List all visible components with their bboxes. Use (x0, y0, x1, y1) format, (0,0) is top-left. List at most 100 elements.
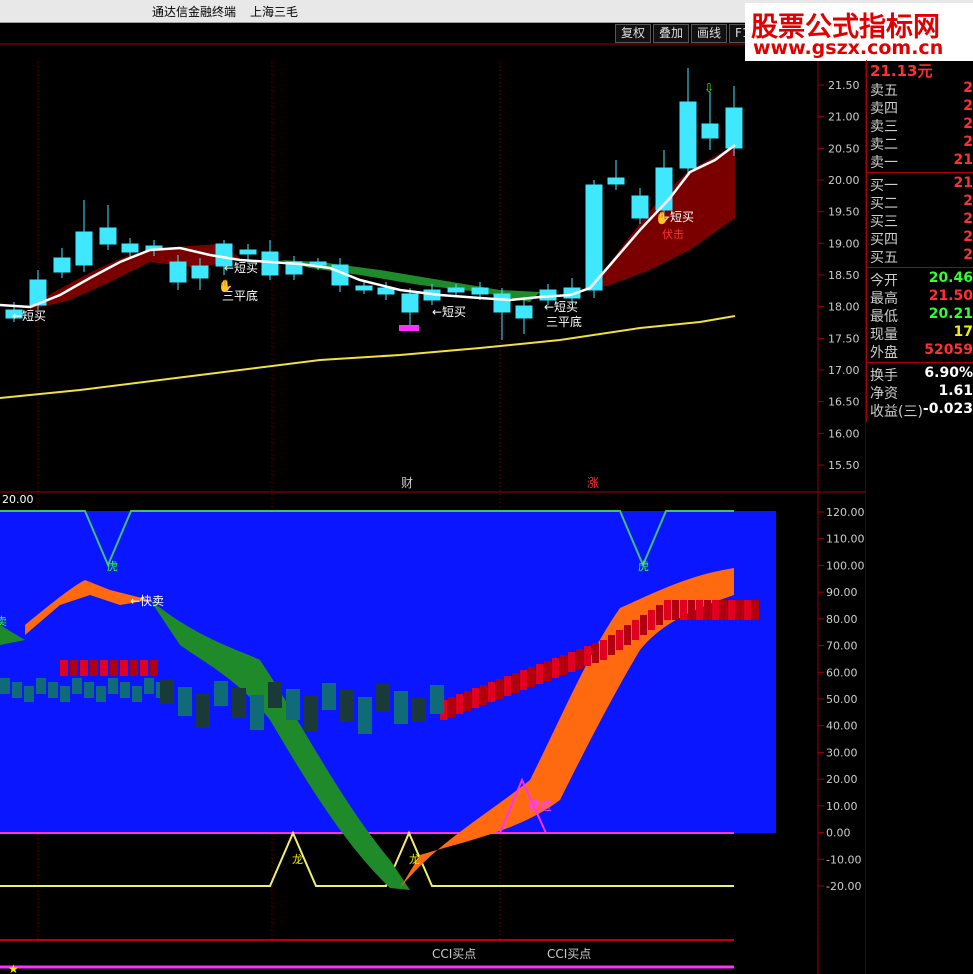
stat2-row-0: 换手 6.90% (870, 365, 973, 384)
hist-bar-teal-left-4 (48, 682, 58, 698)
hist-bar-teal-10 (340, 690, 354, 722)
bid-row-0: 买一 21 (870, 175, 973, 194)
stat-row-1-label: 最高 (870, 291, 898, 307)
bid-row-4: 买五 2 (870, 247, 973, 266)
hist-bar-teal-3 (214, 681, 228, 706)
ind-tick-label-13: -10.00 (826, 853, 861, 866)
hist-bar-teal-4 (232, 688, 246, 718)
hist-bar-teal-12 (376, 684, 390, 712)
price-tick-label-4: 19.50 (828, 206, 860, 219)
candle-body-2 (53, 257, 71, 273)
bid-row-4-label: 买五 (870, 250, 898, 266)
hist-bar-red-20 (600, 640, 607, 660)
ask-row-4: 卖一 21 (870, 152, 973, 171)
hist-bar-red-left-6 (120, 660, 128, 676)
hist-bar-red-1 (448, 697, 455, 717)
ind-tick-label-3: 90.00 (826, 586, 858, 599)
stat2-row-1-label: 净资 (870, 386, 898, 402)
bid-row-4-value: 2 (963, 247, 973, 263)
iron-entry-label: 铁进 (528, 799, 552, 813)
hist-bar-teal-left-3 (36, 678, 46, 694)
bid-row-1-value: 2 (963, 193, 973, 209)
ask-row-4-value: 21 (953, 152, 973, 168)
hist-bar-red-left-1 (70, 660, 78, 676)
hist-bar-red-17 (576, 649, 583, 669)
quote-panel: 21.13元 卖五 2 卖四 2 卖三 2 卖二 2 卖一 21 买一 21 买二 2 买三 2 买四 2 买五 2 今… (866, 60, 973, 422)
terminal-window: 通达信金融终端 上海三毛 复权 叠加 画线 F10 21.5021.0020.5… (0, 0, 973, 974)
hist-bar-red-left-0 (60, 660, 68, 676)
signal-ambush: 伏击 (662, 227, 684, 241)
bid-row-3-value: 2 (963, 229, 973, 245)
hist-bar-teal-13 (394, 691, 408, 724)
candle-body-29 (679, 101, 697, 169)
bid-row-0-label: 买一 (870, 178, 898, 194)
finance-marker: 财 (401, 476, 413, 490)
hist-bar-teal-left-9 (108, 678, 118, 694)
signal-triple-bottom-2: 三平底 (546, 314, 582, 329)
stat-row-1-value: 21.50 (928, 288, 973, 304)
candle-body-19 (447, 287, 465, 293)
price-tick-label-7: 18.00 (828, 301, 860, 314)
hist-bar-red-13 (544, 661, 551, 681)
hist-bar-red-7 (496, 679, 503, 699)
ask-row-0-value: 2 (963, 80, 973, 96)
price-tick-label-10: 16.50 (828, 396, 860, 409)
hist-bar-red-24 (632, 620, 639, 640)
candle-body-31 (725, 107, 743, 149)
price-tick-label-12: 15.50 (828, 459, 860, 472)
stat-row-3-label: 现量 (870, 327, 898, 343)
hist-bar-red-21 (608, 635, 615, 655)
ind-tick-label-6: 60.00 (826, 666, 858, 679)
hist-bar-teal-left-6 (72, 678, 82, 694)
hist-bar-red-left-8 (140, 660, 148, 676)
stat-row-0-value: 20.46 (928, 270, 973, 286)
signal-short-buy-1: ←短买 (12, 309, 46, 323)
hist-bar-red-27 (656, 605, 663, 625)
hist-bar-teal-left-0 (0, 678, 10, 694)
signal-short-buy-3: ←短买 (432, 305, 466, 319)
stat-row-0: 今开 20.46 (870, 270, 973, 289)
hist-bar-red-23 (624, 625, 631, 645)
hist-bar-red-12 (536, 664, 543, 684)
hist-bar-teal-left-7 (84, 682, 94, 698)
candle-body-26 (607, 177, 625, 185)
hist-bar-red-32 (696, 600, 703, 620)
ind-tick-label-9: 30.00 (826, 746, 858, 759)
stat-row-3-value: 17 (953, 324, 973, 340)
stat2-row-0-label: 换手 (870, 368, 898, 384)
hist-bar-red-left-2 (80, 660, 88, 676)
hist-bar-red-15 (560, 655, 567, 675)
hist-bar-red-4 (472, 688, 479, 708)
hist-bar-teal-7 (286, 689, 300, 720)
ind-tick-label-4: 80.00 (826, 613, 858, 626)
stat-row-4: 外盘 52059 (870, 342, 973, 361)
ind-tick-label-10: 20.00 (826, 773, 858, 786)
candle-body-7 (169, 261, 187, 283)
ind-tick-label-14: -20.00 (826, 880, 861, 893)
hist-bar-red-28 (664, 600, 671, 620)
hist-bar-red-left-5 (110, 660, 118, 676)
hist-bar-teal-14 (412, 698, 426, 722)
ask-row-2-label: 卖三 (870, 119, 898, 135)
price-tick-label-1: 21.00 (828, 111, 860, 124)
hist-bar-teal-6 (268, 682, 282, 708)
stat-row-2: 最低 20.21 (870, 306, 973, 325)
ask-row-1-label: 卖四 (870, 101, 898, 117)
stat2-row-2: 收益(三) -0.023 (870, 401, 973, 420)
hist-bar-teal-0 (160, 680, 174, 704)
tiger-label-1: 虎 (107, 560, 118, 573)
star-icon: ★ (8, 962, 19, 974)
hist-bar-red-left-3 (90, 660, 98, 676)
hist-bar-red-10 (520, 670, 527, 690)
hist-bar-red-3 (464, 691, 471, 711)
candle-body-25 (585, 184, 603, 291)
ask-row-2-value: 2 (963, 116, 973, 132)
hist-bar-red-33 (704, 600, 711, 620)
stat-row-0-label: 今开 (870, 273, 898, 289)
ask-row-4-label: 卖一 (870, 155, 898, 171)
stat2-row-0-value: 6.90% (924, 365, 973, 381)
ind-tick-label-11: 10.00 (826, 800, 858, 813)
fast-sell-label: ←快卖 (130, 594, 164, 608)
hist-bar-red-2 (456, 694, 463, 714)
hist-bar-red-26 (648, 610, 655, 630)
